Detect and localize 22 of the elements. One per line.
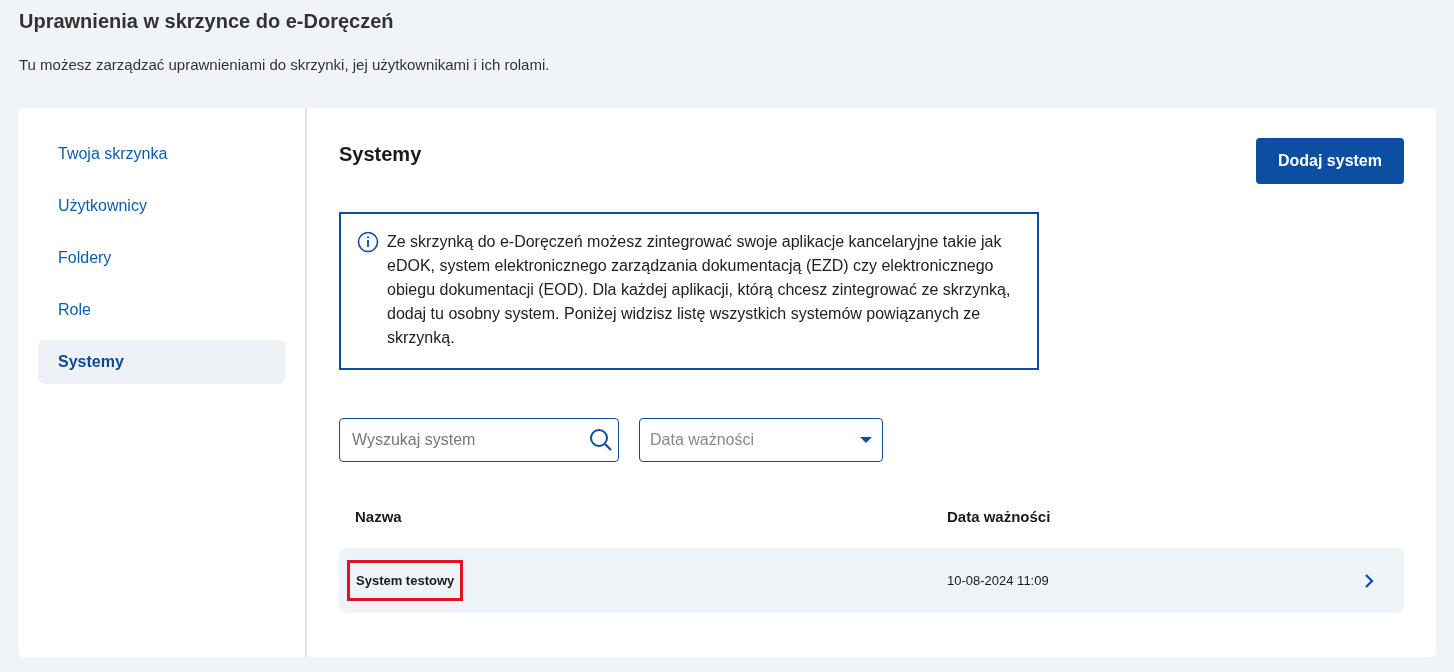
info-icon bbox=[357, 230, 379, 253]
sidebar-item[interactable]: Użytkownicy bbox=[38, 183, 285, 228]
info-text: Ze skrzynką do e-Doręczeń możesz zintegrować swoje aplikacje kancelaryjne takie jak eDOK, system elektronicznego zarządzania dokumentacją (EZD) czy elektronicznego obiegu dokumentacji (EOD). Dla każdej aplikacji, którą chcesz zintegrować ze skrzynką, dodaj tu osobny system. Poniżej widzisz listę wszystkich systemów powiązanych ze skrzynką. bbox=[387, 231, 1012, 348]
page-title: Uprawnienia w skrzynce do e-Doręczeń bbox=[19, 9, 395, 33]
caret-icon bbox=[860, 436, 872, 443]
column-header: Nazwa bbox=[355, 506, 403, 527]
column-header: Data ważności bbox=[947, 506, 1051, 527]
sidebar-item[interactable]: Foldery bbox=[38, 235, 285, 280]
search-field[interactable]: Wyszukaj system bbox=[339, 417, 619, 462]
sidebar-item[interactable]: Role bbox=[38, 287, 285, 332]
table-row[interactable]: System testowy 10-08-2024 11:09 bbox=[339, 548, 1404, 613]
sidebar-item[interactable]: Twoja skrzynka bbox=[38, 131, 285, 176]
system-name: System testowy bbox=[347, 559, 464, 602]
dropdown-placeholder: Data ważności bbox=[650, 429, 755, 450]
search-icon bbox=[589, 427, 613, 452]
date-dropdown[interactable]: Data ważności bbox=[639, 417, 883, 462]
expiry-date: 10-08-2024 11:09 bbox=[947, 571, 1050, 590]
sidebar-item[interactable]: Systemy bbox=[38, 339, 285, 384]
page-description: Tu możesz zarządzać uprawnieniami do skrzynki, jej użytkownikami i ich rolami. bbox=[19, 55, 551, 75]
add-system-button[interactable]: Dodaj system bbox=[1255, 137, 1404, 184]
section-title: Systemy bbox=[339, 141, 422, 167]
chevron-right-icon[interactable] bbox=[1364, 572, 1374, 589]
